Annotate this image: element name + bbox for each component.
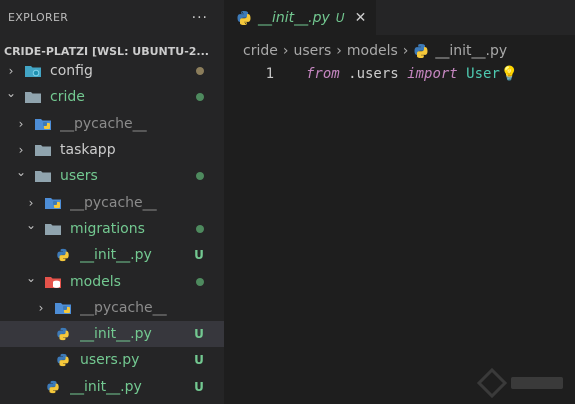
tree-item-label: taskapp: [60, 142, 116, 159]
python-folder-icon: [55, 302, 71, 314]
git-status-badge: U: [194, 379, 204, 394]
code-token: from: [306, 66, 340, 82]
folder-item[interactable]: › __pycache__: [0, 189, 224, 215]
chevron-right-icon[interactable]: ›: [34, 301, 48, 315]
folder-item[interactable]: › config: [0, 58, 224, 84]
code-line[interactable]: 1 from .users import User 💡: [224, 63, 575, 85]
file-tree: › config ⌄ cride › __pycache__ › taskapp ⌄ users ›…: [0, 58, 224, 400]
explorer-sidebar: EXPLORER ··· CRIDE-PLATZI [WSL: UBUNTU-2…: [0, 0, 224, 404]
chevron-right-icon[interactable]: ›: [14, 117, 28, 131]
python-file-icon: [57, 354, 69, 367]
file-item[interactable]: ›__init__.pyU: [0, 320, 224, 348]
chevron-down-icon[interactable]: ⌄: [14, 165, 28, 179]
chevron-right-icon: ›: [336, 43, 342, 59]
folder-item[interactable]: ⌄ cride: [0, 84, 224, 110]
git-status-badge: U: [194, 248, 204, 263]
folder-item[interactable]: › __pycache__: [0, 111, 224, 137]
more-actions-icon[interactable]: ···: [192, 11, 208, 25]
code-token: import: [407, 66, 458, 82]
git-status-dot: [196, 224, 204, 233]
python-file-icon: [57, 327, 69, 341]
git-status-badge: U: [194, 353, 204, 368]
tree-item-label: __pycache__: [60, 115, 147, 132]
folder-item[interactable]: ⌄ migrations: [0, 216, 224, 242]
git-status-badge: U: [194, 327, 204, 342]
folder-icon: [25, 92, 41, 104]
breadcrumb: cride › users › models › __init__.py: [243, 40, 507, 62]
models-folder-icon: [45, 276, 61, 288]
python-folder-icon: [35, 118, 51, 130]
folder-item[interactable]: › taskapp: [0, 137, 224, 163]
tree-item-label: __pycache__: [70, 194, 157, 211]
explorer-header: EXPLORER ···: [0, 0, 224, 35]
workspace-root-label: CRIDE-PLATZI [WSL: UBUNTU-2...: [4, 44, 209, 58]
line-number: 1: [265, 66, 274, 82]
python-icon: [237, 10, 251, 25]
chevron-right-icon[interactable]: ›: [14, 143, 28, 157]
close-icon[interactable]: ✕: [355, 10, 367, 26]
breadcrumb-item[interactable]: models: [347, 43, 398, 59]
chevron-right-icon[interactable]: ›: [4, 64, 18, 78]
tab-status-badge: U: [335, 10, 345, 25]
folder-item[interactable]: ⌄ users: [0, 163, 224, 189]
folder-icon: [35, 145, 51, 157]
tab-bar: __init__.py U ✕: [224, 0, 575, 35]
python-file-icon: [47, 380, 59, 393]
code-text[interactable]: from .users import User: [306, 66, 500, 82]
code-token: User: [457, 66, 500, 82]
git-status-dot: [196, 277, 204, 286]
chevron-down-icon[interactable]: ⌄: [24, 271, 38, 285]
file-item[interactable]: ›__init__.pyU: [0, 374, 224, 400]
file-item[interactable]: ›users.pyU: [0, 347, 224, 373]
tree-item-label: __pycache__: [80, 299, 167, 316]
folder-item[interactable]: ⌄ models: [0, 268, 224, 294]
chevron-right-icon: ›: [402, 43, 409, 59]
folder-icon: [35, 171, 51, 183]
lightbulb-icon[interactable]: 💡: [501, 66, 518, 82]
breadcrumb-item[interactable]: users: [293, 43, 331, 59]
chevron-right-icon[interactable]: ›: [24, 196, 38, 210]
code-token: .users: [339, 66, 408, 82]
folder-icon: [45, 223, 61, 235]
chevron-down-icon[interactable]: ⌄: [24, 218, 38, 232]
chevron-right-icon: ›: [282, 43, 289, 59]
platzi-watermark-logo: [477, 368, 563, 398]
python-file-icon: [57, 249, 69, 262]
breadcrumb-item[interactable]: __init__.py: [435, 43, 507, 59]
breadcrumb-item[interactable]: cride: [243, 43, 278, 59]
chevron-down-icon[interactable]: ⌄: [4, 86, 18, 100]
python-file-icon: [414, 44, 428, 58]
python-folder-icon: [45, 197, 61, 209]
file-item[interactable]: ›__init__.pyU: [0, 242, 224, 268]
tab-init-py[interactable]: __init__.py U ✕: [224, 0, 376, 35]
explorer-title: EXPLORER: [8, 11, 69, 24]
tab-label: __init__.py: [258, 9, 330, 26]
config-folder-icon: [25, 66, 41, 78]
folder-item[interactable]: › __pycache__: [0, 295, 224, 321]
